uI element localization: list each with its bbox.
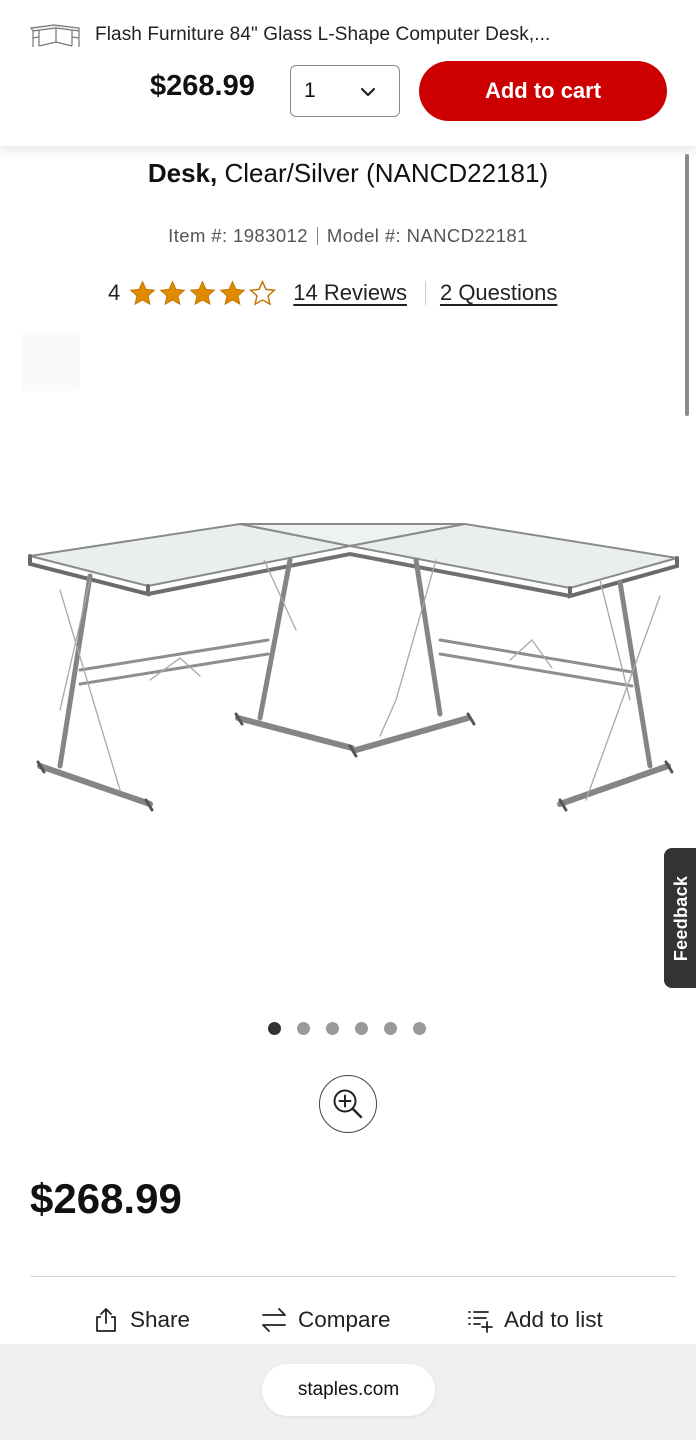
star-rating [128,279,277,308]
star-icon [129,279,156,305]
divider [30,1276,676,1277]
add-to-list-icon [468,1311,493,1333]
star-empty-icon [249,279,277,306]
rating-row: 4 14 Reviews 2 Questions [108,276,557,310]
carousel-dot[interactable] [268,1022,281,1035]
image-thumbnail-placeholder [22,333,80,391]
add-to-cart-button[interactable]: Add to cart [419,61,667,121]
compare-icon [262,1308,286,1332]
carousel-dot[interactable] [297,1022,310,1035]
add-to-list-button[interactable]: Add to list [466,1302,603,1338]
add-to-list-label: Add to list [504,1307,603,1332]
feedback-label: Feedback [671,875,692,961]
model-number: Model #: NANCD22181 [326,225,528,246]
rating-value: 4 [108,280,121,305]
page-scrollbar[interactable] [685,154,689,416]
reviews-link[interactable]: 14 Reviews [293,280,407,306]
item-model-line: Item #: 1983012 Model #: NANCD22181 [0,225,696,247]
divider [316,227,318,245]
sticky-price: $268.99 [150,70,255,102]
product-title: Desk, Clear/Silver (NANCD22181) [0,158,696,189]
star-icon [159,279,186,305]
sticky-header: Flash Furniture 84" Glass L-Shape Comput… [0,0,696,146]
divider [424,281,426,305]
image-carousel-dots [268,1022,426,1035]
product-image[interactable] [20,500,680,830]
compare-label: Compare [298,1307,391,1332]
quantity-select[interactable]: 1 [290,65,400,117]
carousel-dot[interactable] [326,1022,339,1035]
carousel-dot[interactable] [384,1022,397,1035]
sticky-product-title: Flash Furniture 84" Glass L-Shape Comput… [95,24,551,45]
product-title-rest: Clear/Silver (NANCD22181) [217,158,549,188]
star-icon [189,279,216,305]
feedback-tab[interactable]: Feedback [664,848,696,988]
product-actions: Share Compare Add to list [0,1302,696,1342]
carousel-dot[interactable] [355,1022,368,1035]
product-page: Flash Furniture 84" Glass L-Shape Comput… [0,0,696,1440]
compare-button[interactable]: Compare [260,1302,391,1338]
share-button[interactable]: Share [92,1302,190,1338]
url-text: staples.com [297,1379,400,1400]
star-icon [219,279,246,305]
product-thumbnail[interactable] [28,22,82,50]
questions-link[interactable]: 2 Questions [440,280,557,306]
item-number: Item #: 1983012 [168,225,308,246]
address-bar[interactable]: staples.com [262,1364,435,1416]
product-title-bold: Desk, [147,158,218,188]
quantity-value: 1 [304,79,316,102]
product-price: $268.99 [30,1175,182,1222]
share-label: Share [130,1307,191,1332]
zoom-button[interactable] [319,1075,377,1133]
zoom-in-icon [333,1089,363,1119]
share-icon [96,1308,116,1332]
chevron-down-icon [360,87,376,97]
carousel-dot[interactable] [413,1022,426,1035]
